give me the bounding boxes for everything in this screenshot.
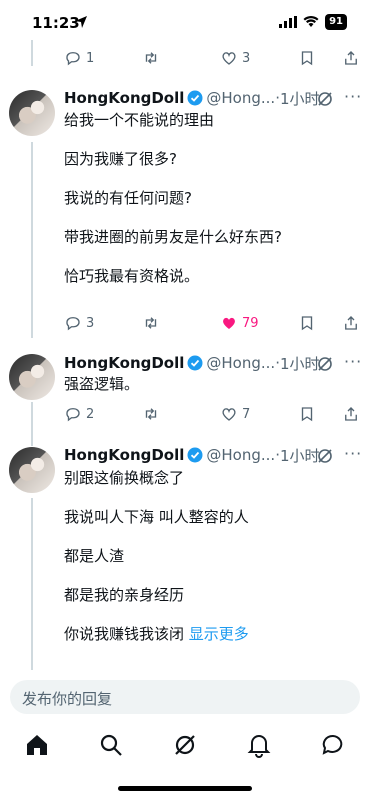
share-icon [345,51,357,65]
handle: @Hong... [206,89,276,107]
tweet-line: 给我一个不能说的理由 [64,111,215,129]
tweet-text: 给我一个不能说的理由 因为我赚了很多? 我说的有任何问题? 带我进圈的前男友是什… [64,110,282,286]
bottom-nav [0,722,369,770]
display-name[interactable]: HongKongDoll [64,89,184,107]
verified-badge-icon [187,447,203,463]
reply-button[interactable]: 3 [64,314,94,332]
bookmark-button[interactable] [298,314,316,332]
reply-icon [66,408,80,422]
like-count: 79 [242,315,259,331]
tweet-header: HongKongDoll @Hong... · 1小时 [64,353,320,373]
repost-button[interactable] [142,314,160,332]
location-arrow-icon [75,16,87,28]
repost-icon [145,408,157,420]
like-button[interactable]: 3 [220,49,250,67]
status-time: 11:23 [32,14,80,32]
reply-icon [66,52,80,66]
repost-icon [145,52,157,64]
share-button[interactable] [342,314,360,332]
tweet-line: 因为我赚了很多? [64,150,177,168]
avatar[interactable] [9,90,55,136]
reply-icon [66,317,80,331]
home-icon[interactable] [24,732,50,758]
more-options-icon[interactable]: ··· [344,352,362,371]
reply-input[interactable]: 发布你的回复 [10,680,360,714]
wifi-icon [303,16,319,27]
avatar[interactable] [9,354,55,400]
tweet-line: 你说我赚钱我该闭 显示更多 [64,624,249,644]
tweet-line: 我说叫人下海 叫人整容的人 [64,508,249,526]
share-button[interactable] [342,405,360,423]
repost-icon [145,317,157,329]
tweet-line: 强盗逻辑。 [64,375,140,393]
heart-icon [222,52,236,65]
handle: @Hong... [206,354,276,372]
grok-icon[interactable] [316,447,334,465]
battery-indicator: 91 [325,14,347,30]
tweet-line-text: 你说我赚钱我该闭 [64,625,185,643]
grok-icon[interactable] [316,355,334,373]
tweet-line: 都是人渣 [64,547,125,565]
messages-icon[interactable] [320,732,346,758]
heart-filled-icon [223,317,235,329]
thread-line [31,142,33,338]
show-more-link[interactable]: 显示更多 [189,625,249,643]
tweet-line: 别跟这偷换概念了 [64,469,185,487]
status-bar: 11:23 91 [0,0,369,46]
handle: @Hong... [206,446,276,464]
tweet-line: 都是我的亲身经历 [64,586,185,604]
like-count: 7 [242,406,251,422]
search-icon[interactable] [98,732,124,758]
timestamp: 1小时 [279,89,320,108]
more-options-icon[interactable]: ··· [344,444,362,463]
tweet-actions: 2 7 [64,403,364,425]
share-button[interactable] [342,49,360,67]
like-button[interactable]: 79 [220,314,259,332]
tweet-actions: 3 79 [64,312,364,334]
bookmark-button[interactable] [298,49,316,67]
bookmark-button[interactable] [298,405,316,423]
timestamp: 1小时 [279,446,320,465]
display-name[interactable]: HongKongDoll [64,446,184,464]
thread-line [31,498,33,670]
notifications-icon[interactable] [246,732,272,758]
tweet-header: HongKongDoll @Hong... · 1小时 [64,88,320,108]
verified-badge-icon [187,355,203,371]
reply-button[interactable]: 2 [64,405,94,423]
thread-line [31,402,33,446]
avatar[interactable] [9,447,55,493]
reply-button[interactable]: 1 [64,49,94,67]
share-icon [345,407,357,421]
reply-placeholder: 发布你的回复 [22,690,113,708]
tweet-header: HongKongDoll @Hong... · 1小时 [64,445,320,465]
more-options-icon[interactable]: ··· [344,87,362,106]
repost-button[interactable] [142,49,160,67]
signal-icon [279,16,298,28]
grok-icon[interactable] [172,732,198,758]
bookmark-icon [301,316,313,331]
reply-count: 2 [86,406,95,422]
tweet-line: 带我进圈的前男友是什么好东西? [64,228,282,246]
bookmark-icon [301,51,313,66]
heart-icon [222,408,236,421]
tweet-text: 别跟这偷换概念了 我说叫人下海 叫人整容的人 都是人渣 都是我的亲身经历 你说我… [64,468,249,644]
tweet-line: 恰巧我最有资格说。 [64,267,200,285]
tweet-actions: 1 3 [64,47,364,69]
home-indicator [118,786,252,791]
repost-button[interactable] [142,405,160,423]
like-count: 3 [242,50,251,66]
like-button[interactable]: 7 [220,405,250,423]
verified-badge-icon [187,90,203,106]
display-name[interactable]: HongKongDoll [64,354,184,372]
share-icon [345,316,357,330]
reply-count: 1 [86,50,95,66]
reply-count: 3 [86,315,95,331]
tweet-text: 强盗逻辑。 [64,374,139,394]
thread-line [31,40,33,66]
bookmark-icon [301,407,313,422]
status-indicators: 91 [279,14,347,30]
grok-icon[interactable] [316,90,334,108]
timestamp: 1小时 [279,354,320,373]
tweet-line: 我说的有任何问题? [64,189,192,207]
